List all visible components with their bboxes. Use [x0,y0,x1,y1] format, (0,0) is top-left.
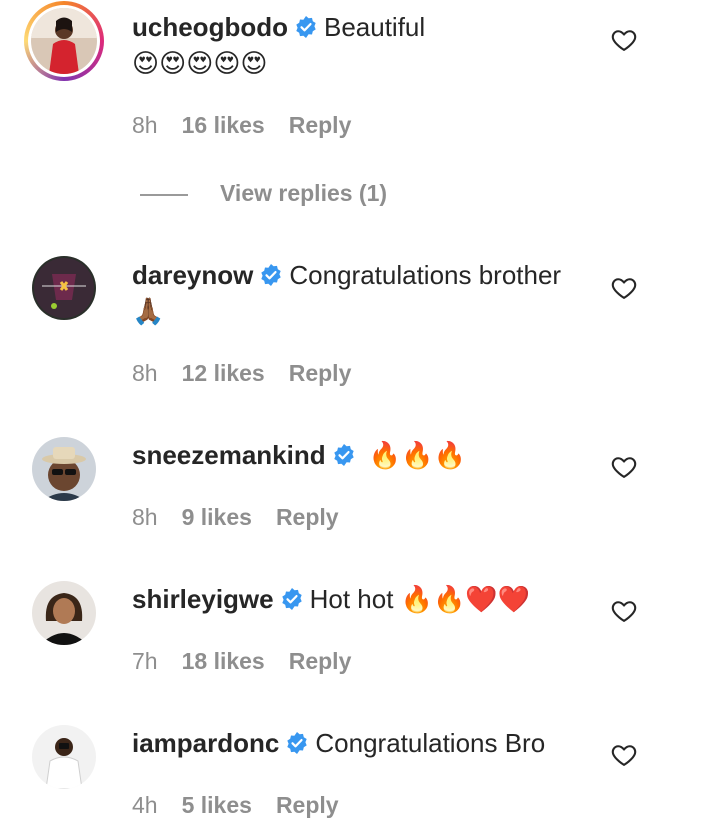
timestamp: 8h [132,112,158,138]
reply-button[interactable]: Reply [289,648,352,674]
comment-body: Congratulations brother [289,260,562,290]
comment-body: Hot hot [309,584,394,614]
view-replies-button[interactable]: View replies (1) [140,178,387,208]
reply-button[interactable]: Reply [289,360,352,386]
comment-text: iampardonc Congratulations Bro [132,725,562,761]
avatar[interactable] [32,437,96,501]
avatar[interactable] [24,1,104,81]
comment-meta: 8h 9 likes Reply [132,502,339,532]
verified-badge-icon [281,588,302,610]
comments-list: ucheogbodo Beautiful 😍😍😍😍😍 8h 16 likes Repl… [0,0,720,828]
likes-count[interactable]: 9 likes [182,504,252,530]
comment-meta: 7h 18 likes Reply [132,646,351,676]
reply-button[interactable]: Reply [289,112,352,138]
comment-text: shirleyigwe Hot hot 🔥🔥❤️❤️ [132,581,562,618]
heart-outline-icon[interactable] [610,453,638,481]
heart-outline-icon[interactable] [610,741,638,769]
username[interactable]: shirleyigwe [132,584,274,614]
comment-text: dareynow Congratulations brother 🙏🏾 [132,257,562,330]
emoji-sequence: 🔥🔥🔥 [368,441,466,471]
comment-text: ucheogbodo Beautiful 😍😍😍😍😍 [132,9,562,82]
likes-count[interactable]: 16 likes [182,112,265,138]
comment-meta: 8h 16 likes Reply [132,110,351,140]
timestamp: 8h [132,504,158,530]
reply-button[interactable]: Reply [276,504,339,530]
username[interactable]: ucheogbodo [132,12,288,42]
verified-badge-icon [333,444,354,466]
avatar[interactable] [32,256,96,320]
avatar[interactable] [32,725,96,789]
verified-badge-icon [296,16,316,38]
comment-body: Beautiful [323,12,426,42]
reply-button[interactable]: Reply [276,792,339,818]
likes-count[interactable]: 18 likes [182,648,265,674]
verified-badge-icon [287,732,308,754]
timestamp: 4h [132,792,158,818]
verified-badge-icon [261,264,282,286]
divider-line [140,193,188,196]
heart-outline-icon[interactable] [610,274,638,302]
timestamp: 8h [132,360,158,386]
likes-count[interactable]: 12 likes [182,360,265,386]
emoji-sequence: 😍😍😍😍😍 [132,49,268,79]
username[interactable]: sneezemankind [132,440,326,470]
username[interactable]: iampardonc [132,728,279,758]
username[interactable]: dareynow [132,260,253,290]
comment-text: sneezemankind 🔥🔥🔥 [132,437,562,474]
comment-meta: 8h 12 likes Reply [132,358,351,388]
heart-outline-icon[interactable] [610,597,638,625]
emoji-sequence: 🔥🔥❤️❤️ [400,585,531,615]
avatar[interactable] [32,581,96,645]
likes-count[interactable]: 5 likes [182,792,252,818]
comment-meta: 4h 5 likes Reply [132,790,339,820]
heart-outline-icon[interactable] [610,26,638,54]
timestamp: 7h [132,648,158,674]
emoji-sequence: 🙏🏾 [132,297,165,327]
view-replies-label: View replies (1) [220,180,388,206]
comment-body: Congratulations Bro [315,728,546,758]
